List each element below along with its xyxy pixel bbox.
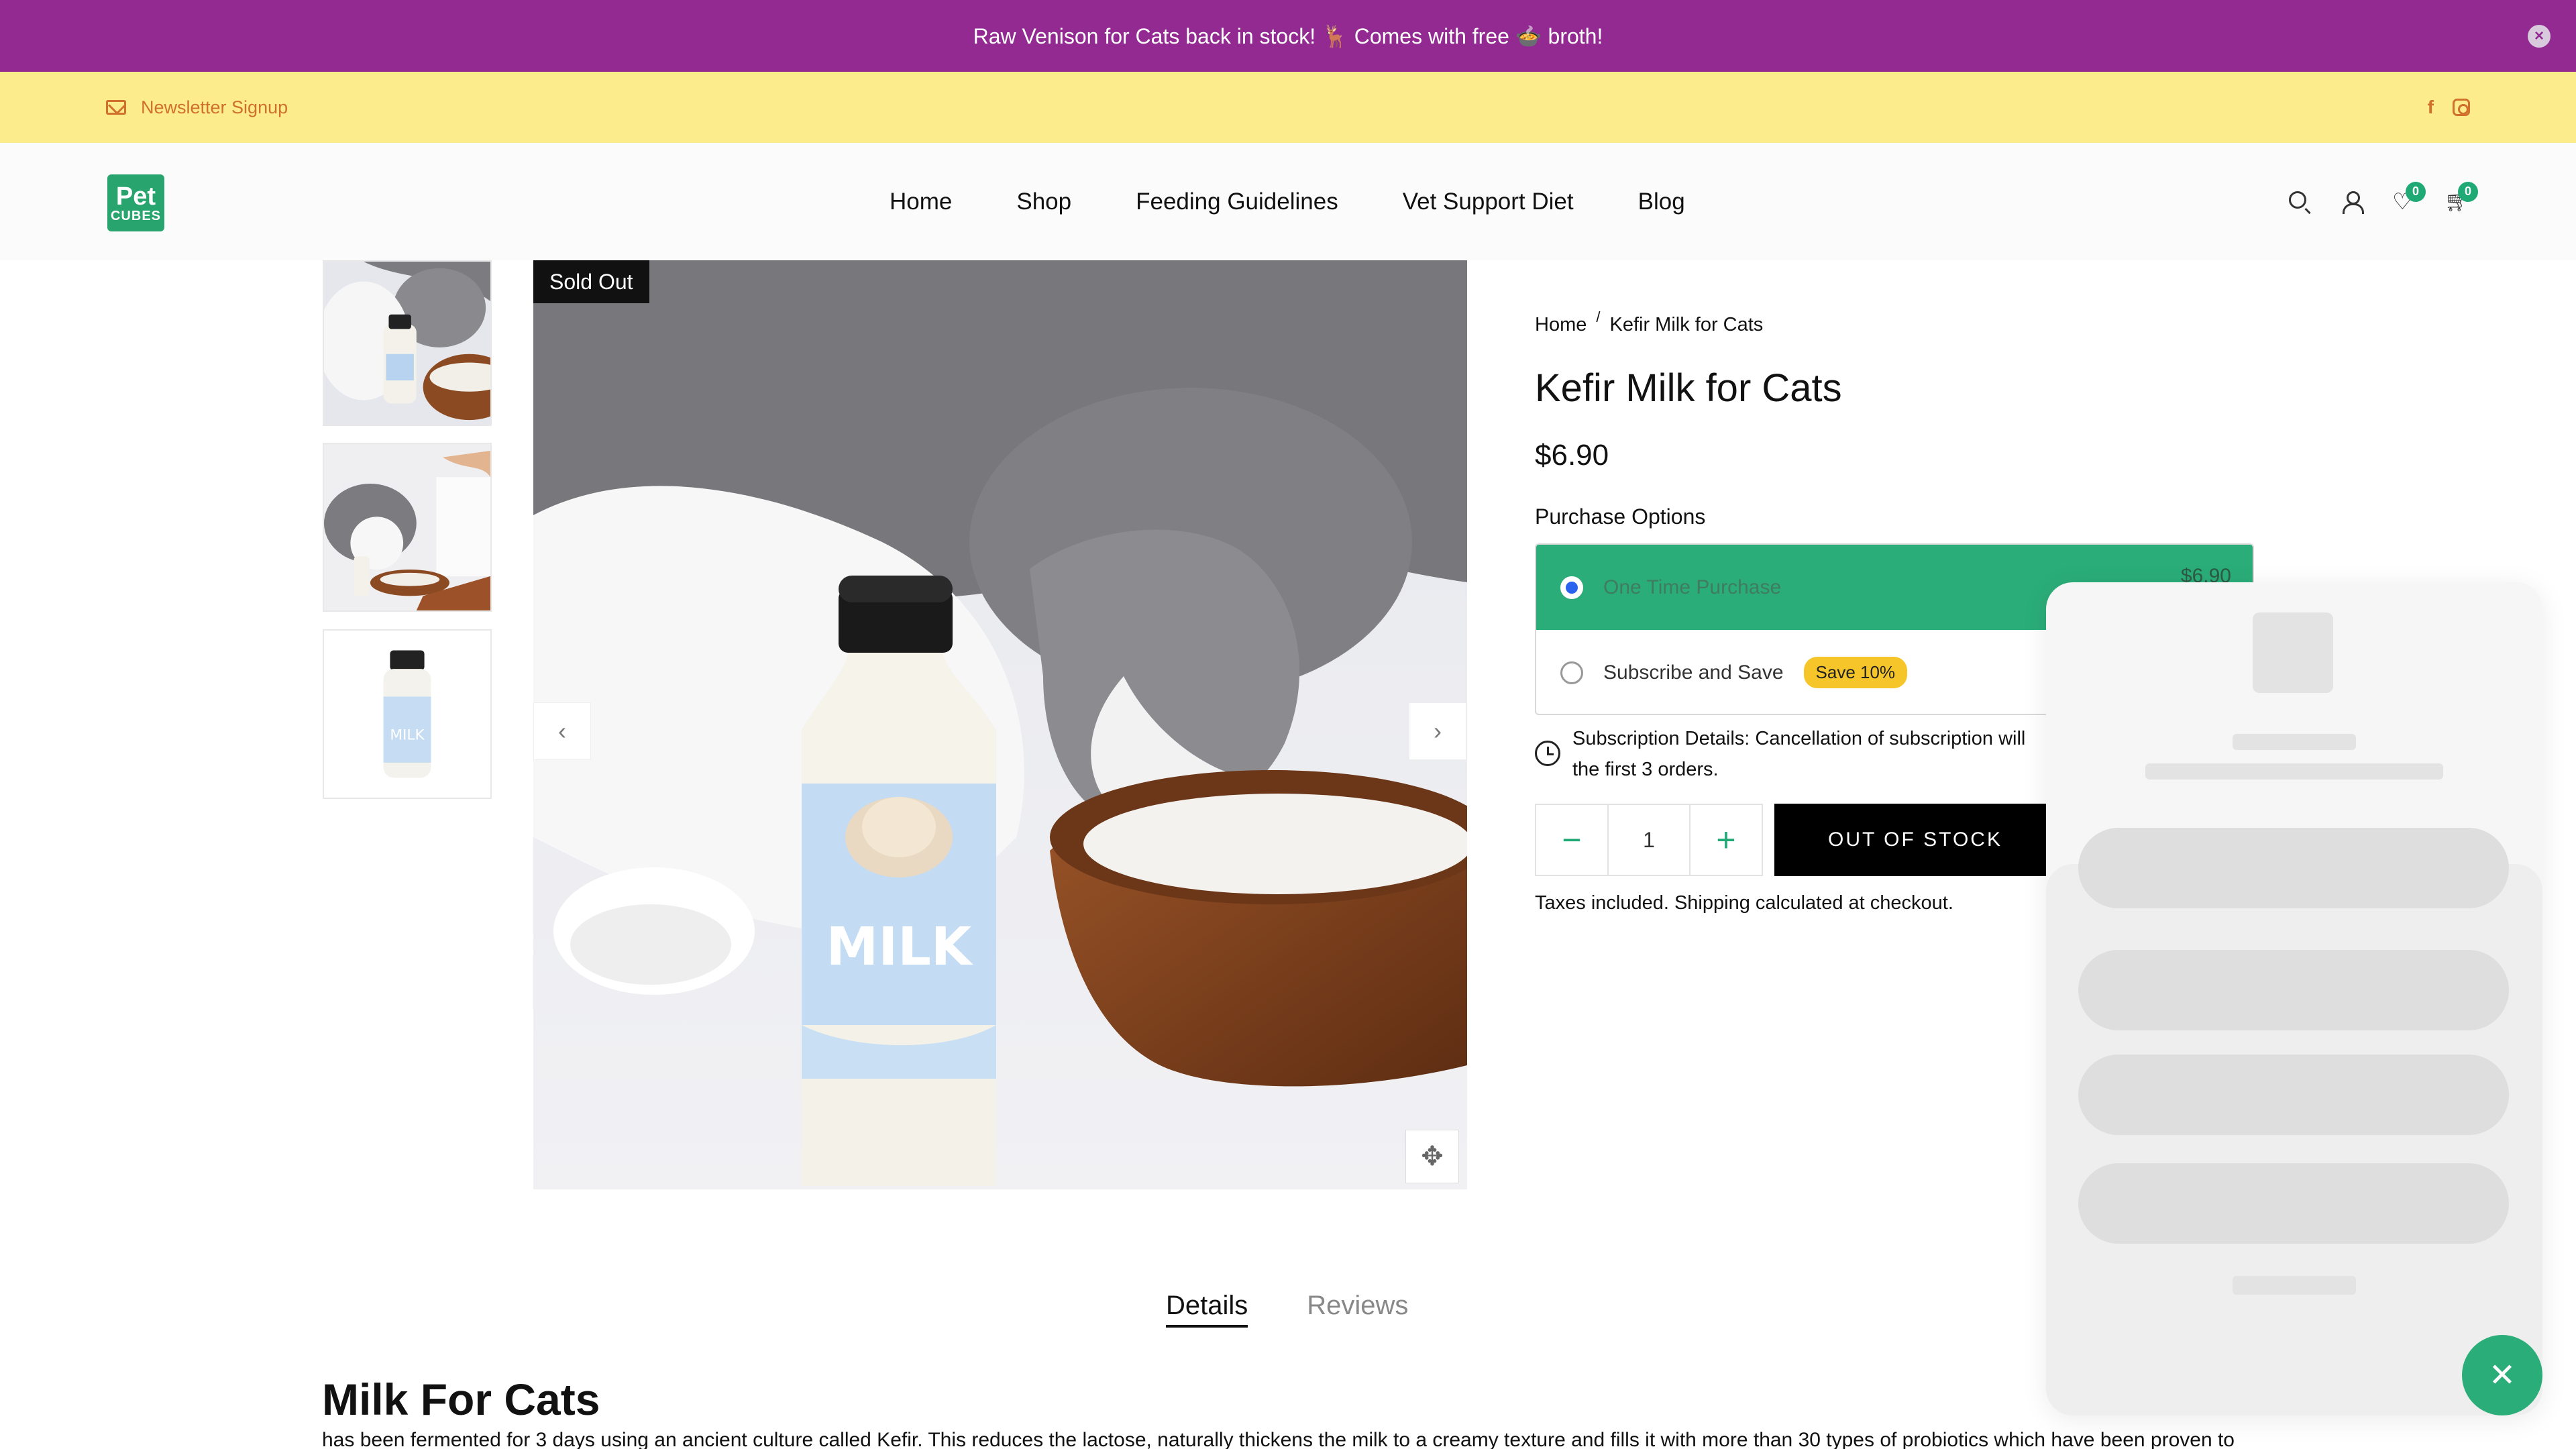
cart-icon[interactable]: 🛒︎ 0	[2445, 181, 2478, 214]
save-badge: Save 10%	[1803, 657, 1908, 688]
gallery-next-button[interactable]: ›	[1409, 702, 1466, 760]
newsletter-signup-link[interactable]: Newsletter Signup	[106, 97, 288, 118]
breadcrumb-home[interactable]: Home	[1535, 314, 1587, 336]
chevron-right-icon: ›	[1434, 717, 1442, 745]
subscription-details-line1: Subscription Details: Cancellation of su…	[1572, 728, 2026, 749]
logo-text-pet: Pet	[115, 182, 156, 211]
radio-unselected-icon[interactable]	[1560, 661, 1583, 684]
instagram-icon[interactable]	[2453, 99, 2470, 116]
facebook-icon[interactable]: f	[2428, 97, 2434, 118]
wishlist-icon[interactable]: ♡ 0	[2392, 181, 2426, 214]
option-label: Subscribe and Save	[1603, 661, 1784, 684]
wishlist-count-badge: 0	[2406, 181, 2426, 202]
thumbnail-bottle-label: MILK	[390, 727, 425, 743]
close-icon: ✕	[2488, 1358, 2516, 1393]
social-links: f	[2428, 97, 2470, 118]
product-thumbnail-2[interactable]	[323, 443, 492, 612]
mail-icon	[106, 100, 126, 115]
breadcrumb-current: Kefir Milk for Cats	[1609, 314, 1764, 335]
nav-item-feeding-guidelines[interactable]: Feeding Guidelines	[1136, 189, 1338, 215]
option-label: One Time Purchase	[1603, 576, 1782, 598]
clock-icon	[1535, 741, 1560, 766]
chat-close-button[interactable]: ✕	[2462, 1335, 2542, 1415]
chat-widget-body	[2046, 864, 2542, 1415]
sold-out-badge: Sold Out	[533, 260, 649, 303]
subscription-details-line2: the first 3 orders.	[1572, 759, 1719, 780]
skeleton-pill	[2078, 950, 2509, 1030]
announcement-text: Raw Venison for Cats back in stock! 🦌 Co…	[973, 23, 1603, 48]
nav-item-blog[interactable]: Blog	[1638, 189, 1685, 215]
nav-item-home[interactable]: Home	[890, 189, 952, 215]
subscription-details: Subscription Details: Cancellation of su…	[1535, 723, 2072, 785]
newsletter-label: Newsletter Signup	[141, 97, 288, 117]
breadcrumb: Home / Kefir Milk for Cats	[1535, 309, 1764, 336]
account-icon[interactable]	[2340, 190, 2364, 214]
skeleton-line	[2233, 734, 2356, 750]
nav-item-vet-support-diet[interactable]: Vet Support Diet	[1403, 189, 1574, 215]
nav-item-shop[interactable]: Shop	[1016, 189, 1071, 215]
skeleton-line	[2145, 763, 2443, 780]
quantity-increase-button[interactable]: +	[1690, 805, 1762, 875]
sold-out-label: Sold Out	[549, 269, 633, 294]
zoom-icon[interactable]: ✥	[1405, 1130, 1459, 1183]
logo[interactable]: Pet CUBES	[107, 174, 164, 231]
main-nav: Home Shop Feeding Guidelines Vet Support…	[890, 143, 1685, 260]
product-thumbnail-3[interactable]: MILK	[323, 629, 492, 799]
top-bar: Newsletter Signup f	[0, 72, 2576, 143]
product-thumbnail-1[interactable]	[323, 260, 492, 426]
skeleton-line	[2233, 1276, 2356, 1295]
skeleton-pill	[2078, 828, 2509, 908]
taxes-note: Taxes included. Shipping calculated at c…	[1535, 892, 1953, 914]
main-product-image[interactable]: MILK	[533, 260, 1467, 1189]
announcement-bar: Raw Venison for Cats back in stock! 🦌 Co…	[0, 0, 2576, 72]
tab-details[interactable]: Details	[1166, 1291, 1248, 1328]
gallery-prev-button[interactable]: ‹	[533, 702, 591, 760]
product-tabs: Details Reviews	[1166, 1291, 1408, 1328]
description-title: Milk For Cats	[322, 1375, 600, 1424]
skeleton-pill	[2078, 1055, 2509, 1135]
close-icon[interactable]: ×	[2528, 25, 2551, 48]
header-actions: ♡ 0 🛒︎ 0	[2288, 143, 2478, 260]
description-text: has been fermented for 3 days using an a…	[322, 1429, 2235, 1449]
quantity-decrease-button[interactable]: −	[1536, 805, 1607, 875]
quantity-input[interactable]: 1	[1607, 805, 1690, 875]
radio-selected-icon[interactable]	[1560, 576, 1583, 599]
chat-widget-panel	[2046, 582, 2542, 1415]
logo-text-cubes: CUBES	[110, 208, 161, 223]
product-price: $6.90	[1535, 439, 1609, 472]
out-of-stock-button[interactable]: OUT OF STOCK	[1774, 804, 2056, 876]
chevron-left-icon: ‹	[558, 717, 566, 745]
breadcrumb-separator: /	[1596, 309, 1601, 325]
site-header: Pet CUBES Home Shop Feeding Guidelines V…	[0, 143, 2576, 260]
quantity-stepper: − 1 +	[1535, 804, 1763, 876]
bottle-label: MILK	[826, 917, 973, 977]
cart-count-badge: 0	[2458, 181, 2478, 202]
product-title: Kefir Milk for Cats	[1535, 366, 1842, 410]
purchase-options-label: Purchase Options	[1535, 504, 1706, 529]
skeleton-avatar	[2253, 612, 2333, 693]
tab-reviews[interactable]: Reviews	[1307, 1291, 1408, 1328]
skeleton-pill	[2078, 1163, 2509, 1244]
search-icon[interactable]	[2288, 190, 2312, 214]
